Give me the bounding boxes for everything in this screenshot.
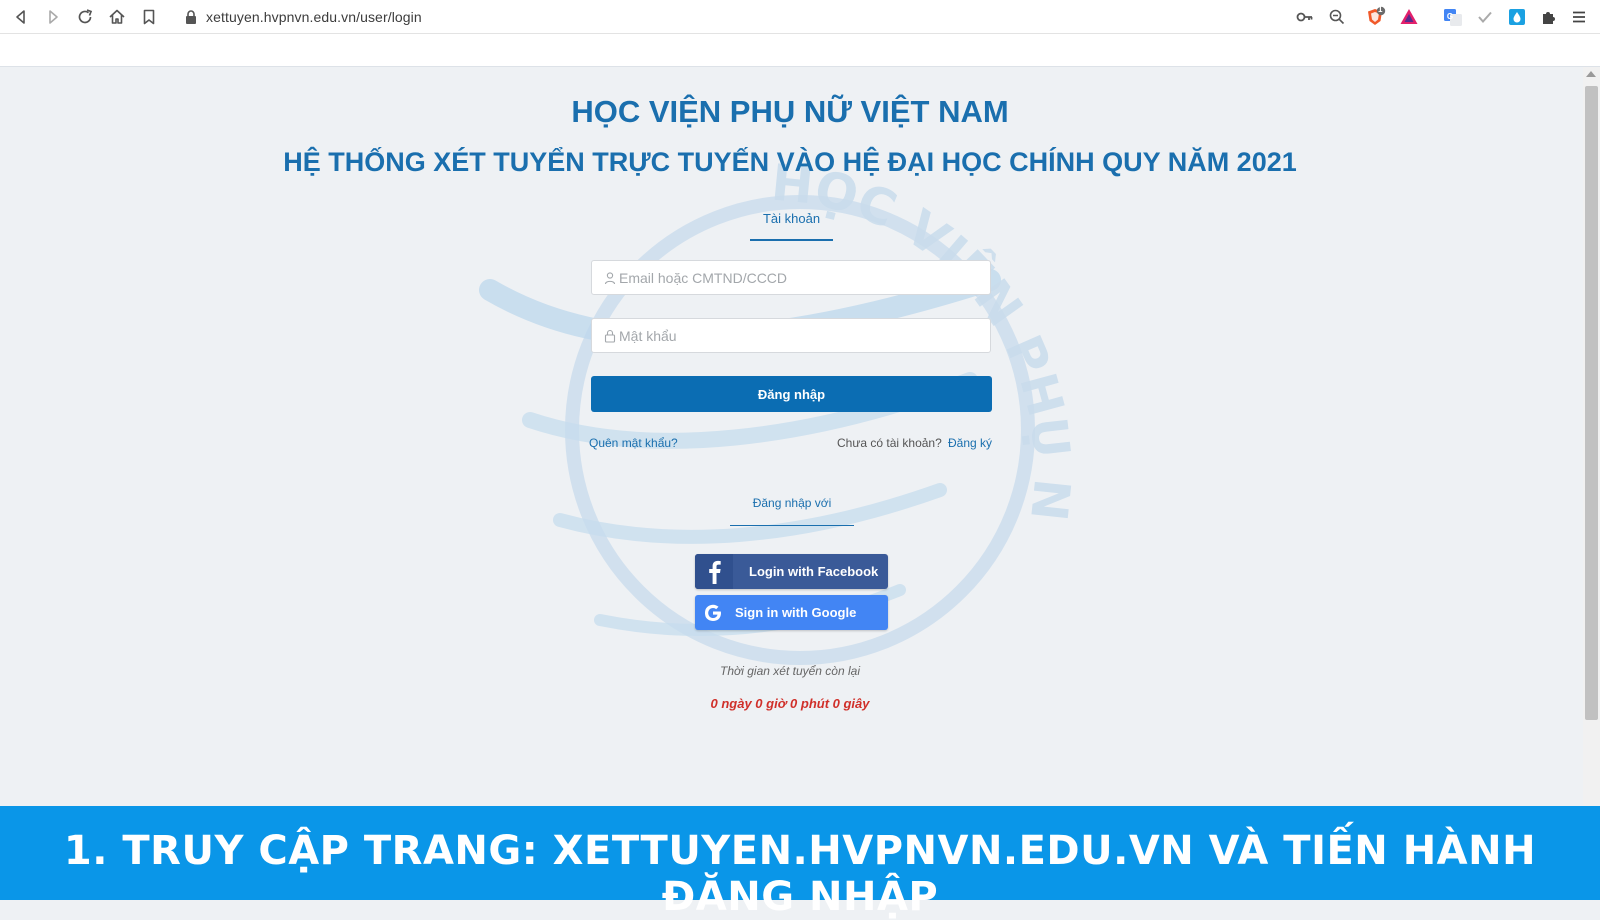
- user-icon: [603, 271, 617, 285]
- google-icon: [701, 601, 725, 625]
- login-button[interactable]: Đăng nhập: [591, 376, 992, 412]
- email-field[interactable]: [591, 260, 991, 295]
- password-input[interactable]: [619, 319, 979, 352]
- zoom-out-icon[interactable]: [1326, 6, 1348, 28]
- facebook-login-button[interactable]: Login with Facebook: [695, 554, 888, 589]
- facebook-login-label: Login with Facebook: [749, 564, 879, 579]
- forgot-password-link[interactable]: Quên mật khẩu?: [589, 436, 678, 450]
- email-input[interactable]: [619, 261, 979, 294]
- browser-toolbar: xettuyen.hvpnvn.edu.vn/user/login 1 G: [0, 0, 1600, 34]
- social-login-title: Đăng nhập với: [730, 496, 854, 526]
- key-icon[interactable]: [1294, 6, 1316, 28]
- google-login-button[interactable]: Sign in with Google: [695, 595, 888, 630]
- countdown-value: 0 ngày 0 giờ 0 phút 0 giây: [710, 696, 870, 711]
- watermark-logo: HỌC VIỆN PHỤ NỮ VIỆT NAM: [470, 160, 1081, 665]
- lock-icon: [184, 9, 198, 25]
- bookmark-icon[interactable]: [138, 6, 160, 28]
- droplet-extension-icon[interactable]: [1506, 6, 1528, 28]
- translate-icon[interactable]: G: [1442, 6, 1464, 28]
- site-header-bar: [0, 34, 1600, 67]
- forward-icon[interactable]: [42, 6, 64, 28]
- extensions-puzzle-icon[interactable]: [1538, 6, 1560, 28]
- facebook-icon: [695, 554, 733, 589]
- google-login-label: Sign in with Google: [735, 605, 857, 620]
- home-icon[interactable]: [106, 6, 128, 28]
- caption-banner: 1. TRUY CẬP TRANG: XETTUYEN.HVPNVN.EDU.V…: [0, 806, 1600, 920]
- back-icon[interactable]: [10, 6, 32, 28]
- password-field[interactable]: [591, 318, 991, 353]
- reload-icon[interactable]: [74, 6, 96, 28]
- extension-badge: 1: [1378, 5, 1383, 14]
- countdown-label: Thời gian xét tuyển còn lại: [720, 664, 860, 678]
- url-text: xettuyen.hvpnvn.edu.vn/user/login: [206, 9, 422, 25]
- tab-account[interactable]: Tài khoản: [750, 211, 833, 241]
- svg-text:G: G: [1447, 12, 1453, 21]
- address-bar[interactable]: xettuyen.hvpnvn.edu.vn/user/login: [172, 4, 1348, 30]
- no-account-text: Chưa có tài khoản?: [837, 436, 942, 450]
- lock-icon: [603, 329, 617, 343]
- scrollbar-thumb[interactable]: [1585, 86, 1598, 720]
- menu-icon[interactable]: [1568, 6, 1590, 28]
- page-title: HỌC VIỆN PHỤ NỮ VIỆT NAM: [571, 94, 1009, 129]
- scroll-up-icon[interactable]: [1586, 71, 1596, 77]
- caption-text: 1. TRUY CẬP TRANG: XETTUYEN.HVPNVN.EDU.V…: [63, 828, 1537, 920]
- register-link[interactable]: Đăng ký: [948, 436, 992, 450]
- checkmark-icon[interactable]: [1474, 6, 1496, 28]
- page-subtitle: HỆ THỐNG XÉT TUYỂN TRỰC TUYẾN VÀO HỆ ĐẠI…: [283, 147, 1297, 177]
- brave-shield-icon[interactable]: [1364, 6, 1386, 28]
- brave-rewards-icon[interactable]: [1398, 6, 1420, 28]
